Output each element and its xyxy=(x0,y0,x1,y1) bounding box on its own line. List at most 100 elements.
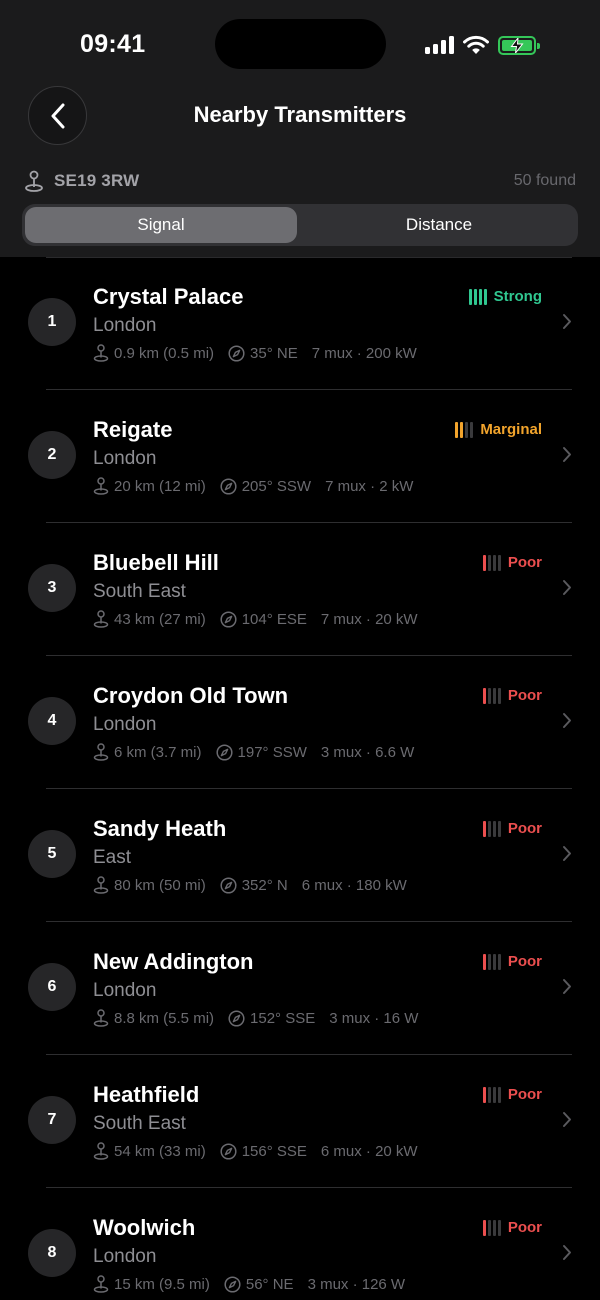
rank-badge: 4 xyxy=(28,697,76,745)
compass-icon xyxy=(224,1275,241,1293)
transmitter-meta: 6 km (3.7 mi) 197° SSW 3 mux · 6.6 W xyxy=(93,743,414,761)
transmitter-meta: 0.9 km (0.5 mi) 35° NE 7 mux · 200 kW xyxy=(93,344,417,362)
chevron-right-icon xyxy=(562,1111,572,1133)
signal-bars-icon xyxy=(482,820,501,837)
chevron-right-icon xyxy=(562,1244,572,1266)
chevron-right-icon xyxy=(562,978,572,1000)
distance-text: 0.9 km (0.5 mi) xyxy=(114,344,215,362)
signal-bars-icon xyxy=(455,421,474,438)
mux-power-text: 7 mux · 20 kW xyxy=(320,610,418,628)
transmitter-meta: 20 km (12 mi) 205° SSW 7 mux · 2 kW xyxy=(93,477,413,495)
signal-strength: Poor xyxy=(482,820,542,837)
signal-strength: Marginal xyxy=(455,421,542,438)
bearing-text: 352° N xyxy=(241,876,288,894)
rank-badge: 7 xyxy=(28,1096,76,1144)
transmitter-name: Crystal Palace xyxy=(93,284,244,309)
bearing-text: 152° SSE xyxy=(250,1009,316,1027)
signal-bars-icon xyxy=(482,953,501,970)
mux-power-text: 6 mux · 20 kW xyxy=(320,1142,418,1160)
transmitter-region: East xyxy=(93,847,132,868)
transmitter-row[interactable]: 2 Reigate London 20 km (12 mi) 205° SSW 7 mux… xyxy=(0,390,600,523)
distance-text: 15 km (9.5 mi) xyxy=(114,1275,210,1293)
bearing-text: 104° ESE xyxy=(241,610,307,628)
signal-bars-icon xyxy=(468,288,487,305)
chevron-right-icon xyxy=(562,845,572,867)
transmitter-name: Sandy Heath xyxy=(93,816,227,841)
signal-label: Poor xyxy=(507,1086,542,1103)
signal-strength: Poor xyxy=(482,687,542,704)
charging-bolt-icon xyxy=(510,37,524,53)
distance-text: 8.8 km (5.5 mi) xyxy=(114,1009,215,1027)
bearing-text: 35° NE xyxy=(250,344,298,362)
distance-text: 43 km (27 mi) xyxy=(114,610,206,628)
transmitter-row[interactable]: 5 Sandy Heath East 80 km (50 mi) 352° N 6 mux… xyxy=(0,789,600,922)
transmitter-region: London xyxy=(93,714,157,735)
signal-bars-icon xyxy=(482,687,501,704)
signal-bars-icon xyxy=(482,1086,501,1103)
signal-label: Poor xyxy=(507,820,542,837)
segment-distance[interactable]: Distance xyxy=(303,207,575,243)
rank-badge: 6 xyxy=(28,963,76,1011)
mux-power-text: 3 mux · 16 W xyxy=(329,1009,419,1027)
wifi-icon xyxy=(463,35,489,54)
compass-icon xyxy=(220,876,237,894)
signal-label: Poor xyxy=(507,687,542,704)
transmitter-row[interactable]: 3 Bluebell Hill South East 43 km (27 mi) 104… xyxy=(0,523,600,656)
location-pin-icon xyxy=(93,1009,109,1027)
cellular-signal-icon xyxy=(425,36,454,54)
transmitter-region: London xyxy=(93,448,157,469)
transmitter-row[interactable]: 1 Crystal Palace London 0.9 km (0.5 mi) 35° … xyxy=(0,257,600,390)
rank-badge: 5 xyxy=(28,830,76,878)
results-count: 50 found xyxy=(513,172,576,189)
mux-power-text: 3 mux · 6.6 W xyxy=(320,743,415,761)
transmitter-row[interactable]: 4 Croydon Old Town London 6 km (3.7 mi) 197°… xyxy=(0,656,600,789)
transmitter-row[interactable]: 7 Heathfield South East 54 km (33 mi) 156° S… xyxy=(0,1055,600,1188)
bearing-text: 56° NE xyxy=(245,1275,294,1293)
location-pin-icon xyxy=(93,743,109,761)
rank-badge: 3 xyxy=(28,564,76,612)
bearing-text: 156° SSE xyxy=(241,1142,307,1160)
sort-segmented-control: Signal Distance xyxy=(22,204,578,246)
transmitter-row[interactable]: 6 New Addington London 8.8 km (5.5 mi) 152° … xyxy=(0,922,600,1055)
mux-power-text: 3 mux · 126 W xyxy=(307,1275,406,1293)
transmitter-row[interactable]: 8 Woolwich London 15 km (9.5 mi) 56° NE 3 mux… xyxy=(0,1188,600,1300)
distance-text: 20 km (12 mi) xyxy=(114,477,206,495)
compass-icon xyxy=(220,477,237,495)
chevron-right-icon xyxy=(562,313,572,335)
location-pin-icon xyxy=(93,477,109,495)
chevron-right-icon xyxy=(562,579,572,601)
transmitter-region: London xyxy=(93,980,157,1001)
compass-icon xyxy=(220,1142,237,1160)
location-pin-icon xyxy=(93,1142,109,1160)
transmitter-name: Heathfield xyxy=(93,1082,200,1107)
compass-icon xyxy=(220,610,237,628)
rank-badge: 2 xyxy=(28,431,76,479)
signal-bars-icon xyxy=(482,1219,501,1236)
bearing-text: 205° SSW xyxy=(241,477,312,495)
transmitter-meta: 43 km (27 mi) 104° ESE 7 mux · 20 kW xyxy=(93,610,418,628)
signal-label: Poor xyxy=(507,1219,542,1236)
signal-label: Strong xyxy=(493,288,542,305)
chevron-right-icon xyxy=(562,446,572,468)
transmitter-name: Bluebell Hill xyxy=(93,550,219,575)
postcode-label: SE19 3RW xyxy=(54,171,140,190)
signal-strength: Poor xyxy=(482,1219,542,1236)
location-pin-icon xyxy=(93,1275,109,1293)
location-pin-icon xyxy=(93,610,109,628)
chevron-right-icon xyxy=(562,712,572,734)
status-icons xyxy=(425,32,540,58)
signal-bars-icon xyxy=(482,554,501,571)
location-pin-icon xyxy=(25,170,43,192)
transmitter-name: New Addington xyxy=(93,949,254,974)
rank-badge: 8 xyxy=(28,1229,76,1277)
transmitter-meta: 80 km (50 mi) 352° N 6 mux · 180 kW xyxy=(93,876,407,894)
location-pin-icon xyxy=(93,876,109,894)
transmitter-region: London xyxy=(93,1246,157,1267)
transmitter-region: London xyxy=(93,315,157,336)
segment-signal[interactable]: Signal xyxy=(25,207,297,243)
transmitter-region: South East xyxy=(93,1113,186,1134)
transmitter-name: Woolwich xyxy=(93,1215,196,1240)
status-bar: 09:41 xyxy=(0,0,600,90)
signal-label: Poor xyxy=(507,554,542,571)
header: 09:41 Nearby Transmitters SE19 3RW 50 fo… xyxy=(0,0,600,257)
